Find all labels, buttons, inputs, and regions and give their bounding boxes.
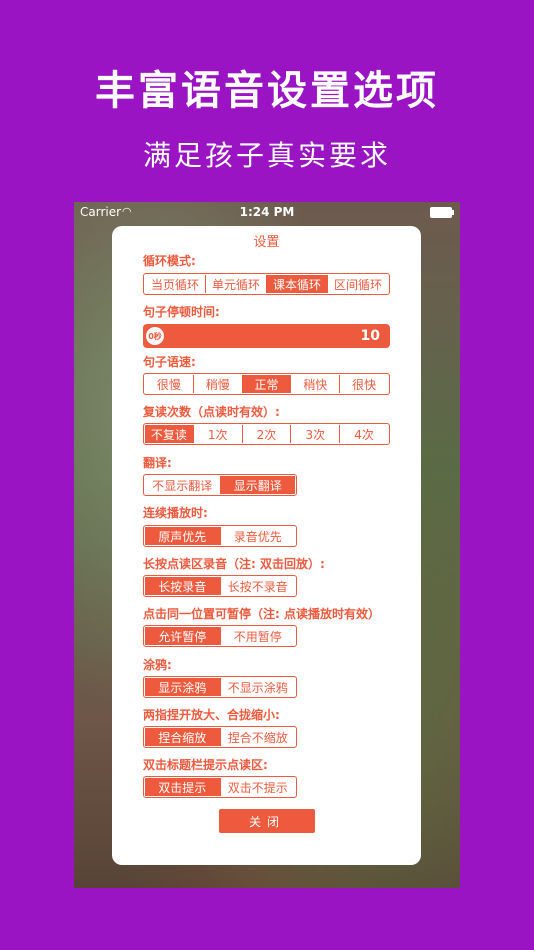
headline: 丰富语音设置选项	[95, 68, 439, 114]
segment-option[interactable]: 不用暂停	[221, 627, 296, 645]
segment-option[interactable]: 不显示翻译	[145, 476, 221, 494]
double-tap-label: 双击标题栏提示点读区:	[143, 758, 268, 772]
close-button[interactable]: 关闭	[219, 809, 315, 833]
pause-time-slider[interactable]: 0秒 10	[143, 324, 390, 348]
segment-option[interactable]: 3次	[291, 425, 341, 443]
segment-option[interactable]: 2次	[243, 425, 292, 443]
tap-pause-control: 允许暂停 不用暂停	[143, 625, 297, 647]
slider-knob[interactable]: 0秒	[146, 327, 164, 345]
loop-mode-control: 当页循环 单元循环 课本循环 区间循环	[143, 273, 390, 295]
segment-option[interactable]: 捏合缩放	[145, 728, 221, 746]
battery-icon	[430, 207, 454, 218]
segment-option[interactable]: 稍慢	[194, 375, 243, 393]
continuous-label: 连续播放时:	[143, 506, 208, 520]
speed-control: 很慢 稍慢 正常 稍快 很快	[143, 373, 390, 395]
speed-label: 句子语速:	[143, 355, 196, 369]
segment-option[interactable]: 单元循环	[206, 275, 267, 293]
longpress-control: 长按录音 长按不录音	[143, 575, 297, 597]
longpress-label: 长按点读区录音（注: 双击回放）:	[143, 557, 325, 571]
segment-option[interactable]: 长按录音	[145, 577, 221, 595]
slider-value: 10	[360, 328, 380, 344]
phone-screen: Carrier ◠ 1:24 PM 设置 循环模式: 当页循环 单元循环 课本循环区…	[74, 202, 460, 888]
segment-option[interactable]: 很快	[340, 375, 388, 393]
segment-option[interactable]: 原声优先	[145, 527, 221, 545]
segment-option[interactable]: 捏合不缩放	[221, 728, 296, 746]
continuous-control: 原声优先 录音优先	[143, 525, 297, 547]
clock: 1:24 PM	[239, 205, 295, 219]
segment-option[interactable]: 录音优先	[221, 527, 296, 545]
segment-option[interactable]: 双击提示	[145, 778, 221, 796]
doodle-control: 显示涂鸦 不显示涂鸦	[143, 676, 297, 698]
doodle-label: 涂鸦:	[143, 658, 172, 672]
segment-option[interactable]: 正常	[242, 375, 292, 393]
translate-label: 翻译:	[143, 456, 172, 470]
segment-option[interactable]: 长按不录音	[221, 577, 296, 595]
tap-pause-label: 点击同一位置可暂停（注: 点读播放时有效）	[143, 607, 380, 621]
segment-option[interactable]: 区间循环	[328, 275, 388, 293]
translate-control: 不显示翻译 显示翻译	[143, 474, 297, 496]
segment-option[interactable]: 显示涂鸦	[145, 678, 221, 696]
segment-option[interactable]: 当页循环	[145, 275, 206, 293]
segment-option[interactable]: 稍快	[291, 375, 341, 393]
dialog-title: 设置	[253, 235, 280, 250]
pinch-label: 两指捏开放大、合拢缩小:	[143, 708, 280, 722]
loop-mode-label: 循环模式:	[143, 254, 196, 268]
pause-time-label: 句子停顿时间:	[143, 305, 220, 319]
segment-option[interactable]: 4次	[340, 425, 388, 443]
repeat-label: 复读次数（点读时有效）:	[143, 405, 280, 419]
repeat-control: 不复读 1次 2次 3次 4次	[143, 423, 390, 445]
status-bar: Carrier ◠ 1:24 PM	[74, 202, 460, 222]
segment-option[interactable]: 双击不提示	[221, 778, 296, 796]
subline: 满足孩子真实要求	[142, 139, 391, 172]
segment-option[interactable]: 不复读	[145, 425, 194, 443]
pinch-control: 捏合缩放 捏合不缩放	[143, 726, 297, 748]
segment-option[interactable]: 1次	[194, 425, 243, 443]
double-tap-control: 双击提示 双击不提示	[143, 776, 297, 798]
settings-dialog: 设置 循环模式: 当页循环 单元循环 课本循环 区间循环 句子停顿时间: 0秒 10 …	[112, 226, 421, 865]
segment-option[interactable]: 很慢	[145, 375, 194, 393]
segment-option[interactable]: 不显示涂鸦	[221, 678, 296, 696]
segment-option[interactable]: 允许暂停	[145, 627, 221, 645]
segment-option[interactable]: 显示翻译	[220, 476, 295, 494]
segment-option[interactable]: 课本循环	[267, 275, 328, 293]
